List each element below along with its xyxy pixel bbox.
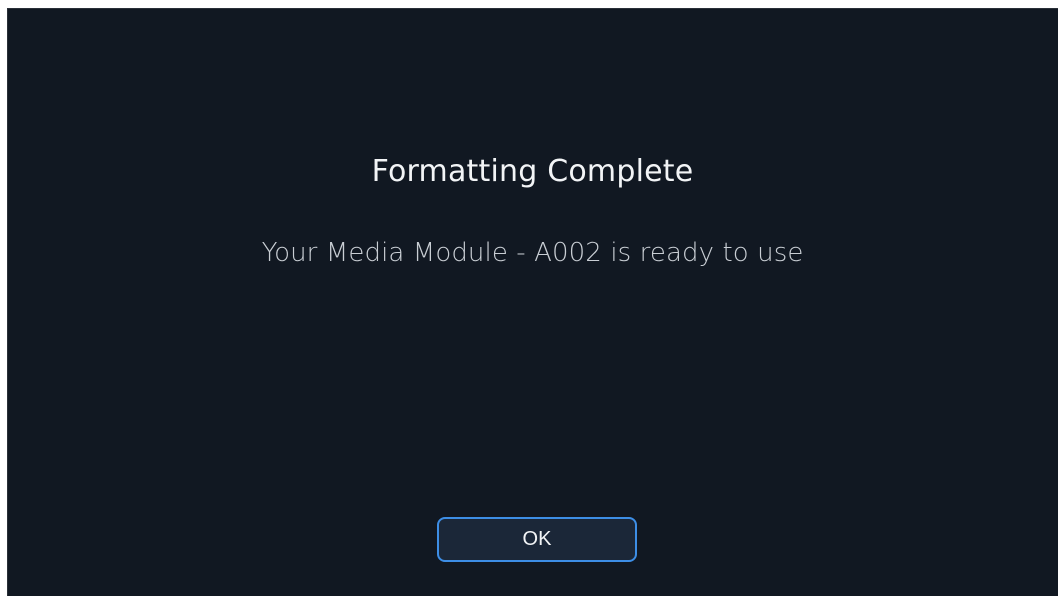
formatting-complete-dialog: Formatting Complete Your Media Module - … [7,8,1058,596]
dialog-message: Your Media Module - A002 is ready to use [261,238,804,268]
dialog-title: Formatting Complete [371,154,694,189]
ok-button[interactable]: OK [437,517,637,562]
camera-screen: Formatting Complete Your Media Module - … [7,8,1058,596]
